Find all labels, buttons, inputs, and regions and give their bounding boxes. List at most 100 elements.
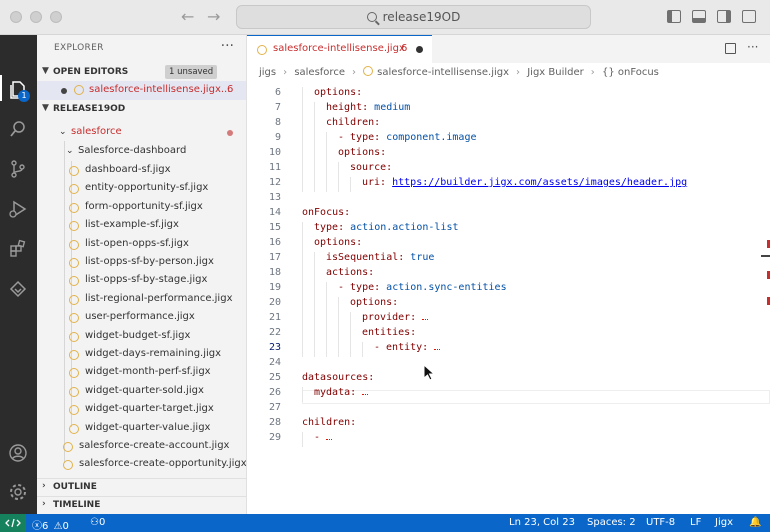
problems-indicator[interactable]: ⓧ6 ⚠0	[32, 517, 69, 532]
indent-guide	[64, 141, 65, 463]
file-name: form-opportunity-sf.jigx	[85, 200, 203, 212]
run-debug-icon[interactable]	[8, 199, 28, 219]
open-editor-item[interactable]: salesforce-intellisense.jigx... 6	[37, 81, 246, 100]
indent-guide	[314, 117, 315, 132]
line-number: 6	[274, 87, 281, 98]
code-line[interactable]: options:	[314, 237, 362, 248]
customize-layout-icon[interactable]	[742, 10, 756, 23]
yaml-key: options:	[338, 147, 387, 158]
more-actions-icon[interactable]: ···	[221, 38, 234, 54]
open-editor-filename: salesforce-intellisense.jigx...	[89, 84, 231, 95]
toggle-secondary-sidebar-icon[interactable]	[717, 10, 731, 23]
unsaved-dot-icon[interactable]	[61, 88, 67, 94]
code-line[interactable]: options:	[350, 297, 398, 308]
unsaved-dot-icon[interactable]	[416, 46, 423, 53]
code-line[interactable]: - type: component.image	[338, 132, 476, 143]
code-line[interactable]: onFocus:	[302, 207, 350, 218]
jigx-file-icon	[69, 350, 79, 360]
jigx-builder-icon[interactable]	[8, 279, 28, 299]
chevron-down-icon: ▼	[42, 66, 49, 76]
code-line[interactable]: - type: action.sync-entities	[338, 282, 507, 293]
back-arrow-icon[interactable]: ←	[181, 7, 194, 26]
code-line[interactable]: children:	[302, 417, 356, 428]
yaml-value[interactable]: https://builder.jigx.com/assets/images/h…	[392, 177, 687, 188]
indent-guide	[338, 162, 339, 177]
status-bar: ⓧ6 ⚠0 ⚇0 Ln 23, Col 23 Spaces: 2 UTF-8 L…	[0, 514, 770, 532]
breadcrumb: jigs › salesforce › salesforce-intellisens…	[259, 66, 659, 78]
line-number: 18	[268, 267, 281, 278]
yaml-key: options:	[350, 297, 399, 308]
code-line[interactable]: - entity:	[374, 342, 441, 353]
minimize-window-button[interactable]	[30, 11, 42, 23]
source-control-icon[interactable]	[8, 159, 28, 179]
breadcrumb-item[interactable]: salesforce-intellisense.jigx	[377, 67, 509, 78]
cursor-position[interactable]: Ln 23, Col 23	[509, 517, 575, 528]
command-center-search[interactable]: release19OD	[236, 5, 591, 29]
workspace-header[interactable]: ▼ RELEASE19OD	[37, 101, 246, 119]
code-editor[interactable]: 6 options: 7 height: medium 8 children: 9 - typ…	[247, 85, 770, 495]
error-squiggle	[422, 312, 429, 320]
toggle-primary-sidebar-icon[interactable]	[667, 10, 681, 23]
breadcrumb-item[interactable]: salesforce	[294, 67, 345, 78]
code-line[interactable]: type: action.action-list	[314, 222, 459, 233]
settings-gear-icon[interactable]	[8, 482, 28, 502]
indent-guide	[314, 132, 315, 147]
file-name: widget-quarter-sold.jigx	[85, 384, 204, 396]
file-name: user-performance.jigx	[85, 311, 195, 323]
indent-guide	[302, 222, 303, 237]
indent-guide	[326, 147, 327, 162]
breadcrumb-item[interactable]: jigs	[259, 67, 276, 78]
notifications-bell-icon[interactable]: 🔔	[749, 517, 761, 528]
file-name: widget-budget-sf.jigx	[85, 329, 191, 341]
timeline-header[interactable]: › TIMELINE	[37, 496, 246, 514]
indentation[interactable]: Spaces: 2	[587, 517, 636, 528]
yaml-value: action.action-list	[344, 222, 459, 233]
indent-guide	[302, 147, 303, 162]
extensions-icon[interactable]	[8, 239, 28, 259]
forward-arrow-icon[interactable]: →	[207, 7, 220, 26]
file-name: list-example-sf.jigx	[85, 219, 179, 231]
error-count: 6	[42, 521, 49, 532]
command-center-label: release19OD	[382, 10, 461, 24]
split-editor-icon[interactable]	[725, 43, 736, 54]
zoom-window-button[interactable]	[50, 11, 62, 23]
file-name: entity-opportunity-sf.jigx	[85, 182, 209, 194]
jigx-file-icon	[69, 239, 79, 250]
code-line[interactable]: entities:	[362, 327, 416, 338]
search-icon[interactable]	[8, 119, 28, 139]
toggle-panel-icon[interactable]	[692, 10, 706, 23]
code-line[interactable]: datasources:	[302, 372, 374, 383]
code-line[interactable]: actions:	[326, 267, 374, 278]
jigx-file-icon	[63, 460, 73, 471]
breadcrumb-item[interactable]: Jigx Builder	[527, 67, 584, 78]
account-icon[interactable]	[8, 443, 28, 463]
code-line[interactable]: provider:	[362, 312, 429, 323]
outline-header[interactable]: › OUTLINE	[37, 478, 246, 496]
indent-guide	[350, 177, 351, 192]
jigx-file-icon	[257, 45, 267, 55]
yaml-key: height:	[326, 102, 369, 113]
more-actions-icon[interactable]: ···	[747, 40, 758, 54]
encoding[interactable]: UTF-8	[646, 517, 675, 528]
folder-salesforce[interactable]: ⌄ salesforce	[59, 124, 246, 142]
code-line[interactable]: isSequential: true	[326, 252, 434, 263]
code-line[interactable]: uri: https://builder.jigx.com/assets/ima…	[362, 177, 687, 188]
code-line[interactable]: height: medium	[326, 102, 410, 113]
code-line[interactable]: -	[314, 432, 333, 443]
close-window-button[interactable]	[10, 11, 22, 23]
indent-guide	[350, 327, 351, 342]
remote-indicator-icon[interactable]	[0, 514, 26, 532]
language-mode[interactable]: Jigx	[715, 517, 733, 528]
breadcrumb-item[interactable]: {} onFocus	[602, 67, 659, 78]
open-editors-header[interactable]: ▼ OPEN EDITORS 1 unsaved	[37, 64, 246, 82]
code-line[interactable]: children:	[326, 117, 380, 128]
code-line[interactable]: options:	[314, 87, 362, 98]
code-line[interactable]: options:	[338, 147, 386, 158]
ports-indicator[interactable]: ⚇0	[90, 517, 105, 528]
chevron-right-icon: ›	[42, 481, 46, 491]
indent-guide	[302, 177, 303, 192]
end-of-line[interactable]: LF	[690, 517, 701, 528]
code-line[interactable]: source:	[350, 162, 392, 173]
code-line[interactable]: mydata:	[314, 387, 369, 398]
tab-salesforce-intellisense[interactable]: salesforce-intellisense.jigx 6	[247, 35, 432, 63]
